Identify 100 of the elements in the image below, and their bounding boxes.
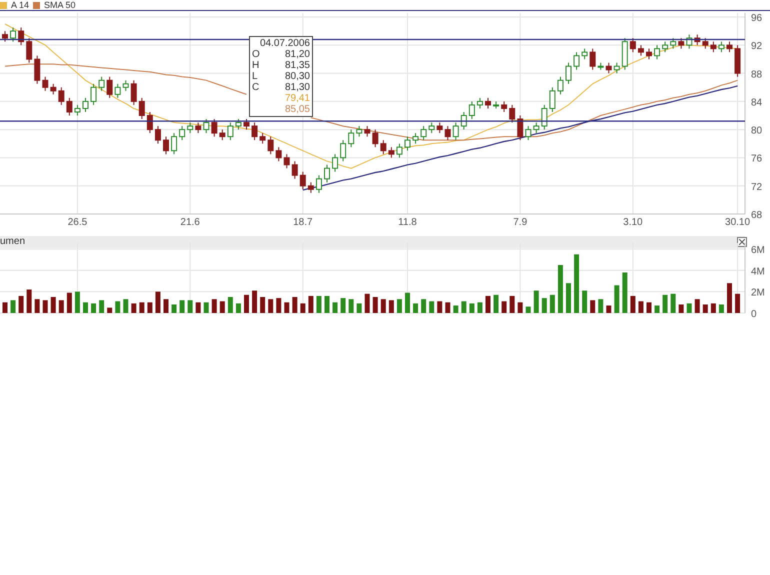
candlestick <box>276 146 282 162</box>
tooltip-value: 80,30 <box>284 71 310 82</box>
volume-bar <box>164 299 168 313</box>
candlestick <box>476 97 483 109</box>
candlestick <box>179 126 186 141</box>
candlestick <box>292 160 298 180</box>
volume-bar <box>196 302 201 313</box>
volume-bar <box>702 304 708 313</box>
candlestick <box>244 118 250 130</box>
volume-bar <box>123 299 128 313</box>
volume-bar <box>670 294 676 313</box>
tooltip-label: H <box>252 60 260 71</box>
legend-swatch <box>33 2 40 8</box>
volume-bar <box>139 302 144 313</box>
candlestick <box>702 38 708 50</box>
candlestick <box>646 48 652 60</box>
volume-bar <box>518 302 523 313</box>
volume-bar <box>188 300 193 313</box>
candlestick <box>146 111 153 134</box>
candlestick <box>670 38 676 50</box>
volume-bar <box>646 302 652 313</box>
candlestick <box>252 122 258 141</box>
volume-bar <box>678 304 684 313</box>
volume-bar <box>316 296 322 313</box>
candlestick <box>678 38 684 50</box>
candlestick <box>10 27 16 42</box>
candlestick <box>614 62 620 74</box>
axis-label: 7.9 <box>513 217 528 228</box>
volume-bar <box>66 292 72 313</box>
candlestick <box>533 122 540 134</box>
candlestick <box>308 182 314 194</box>
candlestick <box>590 48 596 70</box>
legend-label: SMA 50 <box>44 0 76 10</box>
candlestick <box>380 140 386 155</box>
volume-bar <box>630 296 636 313</box>
legend-swatch <box>0 2 7 8</box>
candlestick <box>340 140 346 162</box>
volume-bar <box>710 303 716 313</box>
candlestick <box>356 126 362 138</box>
volume-bar <box>413 303 418 313</box>
volume-bar <box>58 300 64 313</box>
candlestick <box>436 122 443 134</box>
volume-bar <box>212 299 217 313</box>
axis-label: 21.6 <box>180 217 200 228</box>
tooltip-value: 81,35 <box>284 60 310 71</box>
candlestick <box>517 115 524 141</box>
volume-bar <box>34 299 40 313</box>
close-icon <box>739 239 745 245</box>
volume-bar <box>332 302 338 313</box>
volume-bar <box>260 297 266 313</box>
volume-bar <box>566 283 571 313</box>
volume-bar <box>356 303 362 313</box>
volume-bar <box>686 303 692 313</box>
volume-bar <box>606 306 612 313</box>
volume-bar <box>228 297 233 313</box>
volume-bar <box>405 292 410 313</box>
axis-label: 26.5 <box>68 217 88 228</box>
candlestick <box>638 44 644 56</box>
volume-bar <box>718 304 724 313</box>
volume-bar <box>340 298 346 313</box>
candlestick <box>630 38 636 53</box>
candlestick <box>710 41 716 53</box>
panel-title: umen <box>0 237 26 247</box>
volume-bar <box>18 296 24 313</box>
candlestick <box>187 122 194 134</box>
candlestick <box>260 132 266 144</box>
volume-bar <box>172 304 177 313</box>
candlestick <box>525 126 532 141</box>
candlestick <box>26 38 32 64</box>
tooltip-value: 79,41 <box>284 93 310 104</box>
volume-bar <box>510 296 515 313</box>
candlestick <box>557 76 564 95</box>
volume-bar <box>486 296 490 313</box>
volume-bar <box>324 296 330 313</box>
candlestick <box>468 100 475 120</box>
volume-bar <box>42 300 48 313</box>
volume-bar <box>244 294 249 313</box>
axis-label: 4M <box>751 266 765 278</box>
volume-bar <box>292 297 298 313</box>
volume-bar <box>204 302 209 313</box>
candlestick <box>582 48 588 60</box>
volume-bar <box>558 265 563 313</box>
volume-bar <box>542 298 547 313</box>
candlestick <box>420 126 427 141</box>
volume-bar <box>74 292 80 313</box>
volume-bar <box>574 254 580 313</box>
volume-bar <box>502 301 507 313</box>
volume-bar <box>598 299 604 313</box>
volume-bar <box>638 301 644 313</box>
volume-bar <box>477 302 482 313</box>
axis-label: 3.10 <box>623 217 643 228</box>
candlestick <box>74 104 80 116</box>
axis-label: 30.10 <box>725 217 750 228</box>
volume-bar <box>107 308 112 313</box>
close-button[interactable] <box>737 237 747 247</box>
candlestick <box>98 76 105 92</box>
candlestick <box>34 55 40 84</box>
volume-bar <box>534 290 539 313</box>
candlestick <box>42 76 48 92</box>
candlestick <box>284 154 290 169</box>
